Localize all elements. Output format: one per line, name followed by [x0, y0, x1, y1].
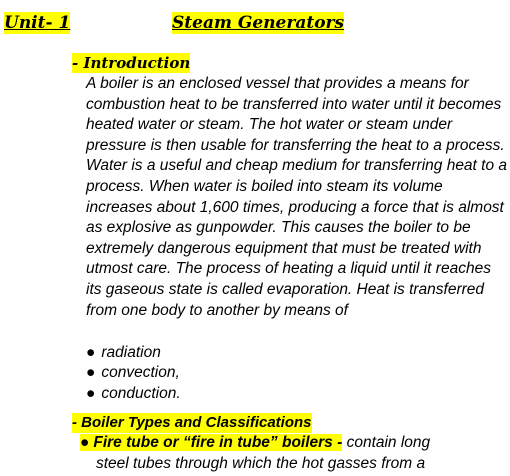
section-heading-introduction: - Introduction	[72, 53, 191, 73]
list-item-text: convection,	[101, 364, 180, 382]
boiler-type-text-2: steel tubes through which the hot gasses…	[96, 454, 426, 472]
intro-paragraph: A boiler is an enclosed vessel that prov…	[86, 75, 508, 319]
heat-transfer-list: ● radiation ● convection, ● conduction.	[86, 343, 181, 404]
bullet-icon: ●	[86, 344, 96, 361]
boiler-type-lead-text: Fire tube or “fire in tube” boilers -	[93, 434, 343, 451]
document-page: Unit- 1 Steam Generators - Introduction …	[0, 0, 510, 476]
bullet-icon: ●	[80, 434, 90, 451]
list-item: ● convection,	[86, 363, 181, 383]
unit-label: Unit- 1	[4, 12, 71, 34]
page-title: Steam Generators	[172, 12, 345, 34]
boiler-type-text-1: contain long	[342, 434, 431, 451]
section-heading-boiler-types: - Boiler Types and Classifications	[72, 413, 312, 433]
bullet-icon: ●	[86, 364, 96, 382]
list-item-text: radiation	[101, 344, 161, 361]
list-item-text: conduction.	[101, 384, 181, 402]
list-item: ● radiation	[86, 343, 181, 363]
list-item: ● conduction.	[86, 384, 181, 404]
boiler-type-item: ● Fire tube or “fire in tube” boilers - c…	[80, 433, 510, 474]
bullet-icon: ●	[86, 384, 96, 402]
boiler-type-lead: ● Fire tube or “fire in tube” boilers -	[80, 434, 343, 451]
